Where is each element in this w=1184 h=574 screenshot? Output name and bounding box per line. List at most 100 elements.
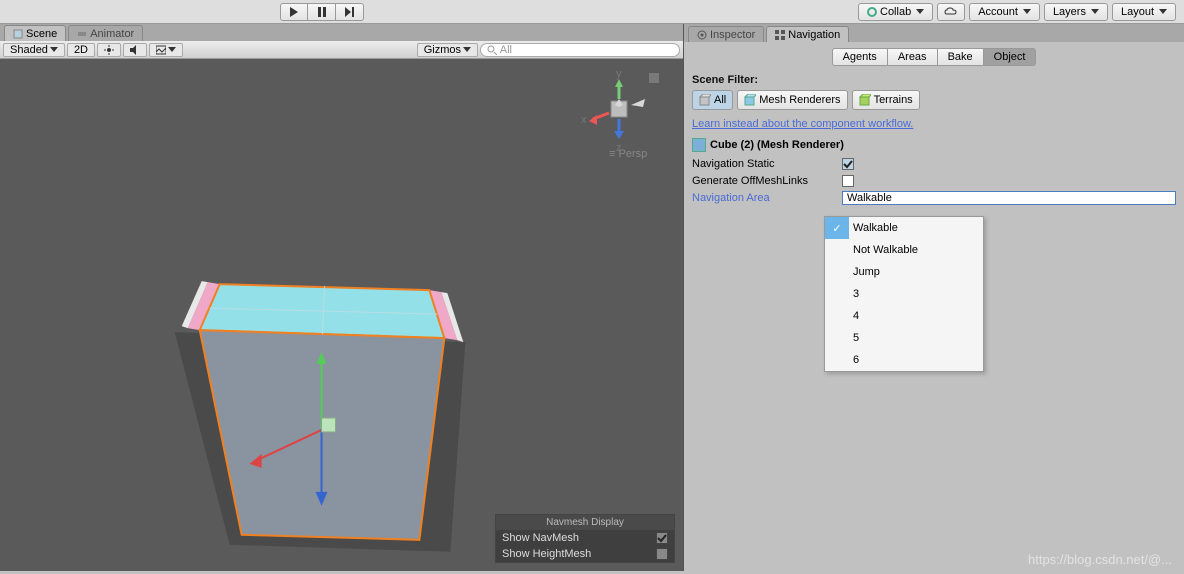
dropdown-item-not-walkable[interactable]: Not Walkable: [825, 239, 983, 261]
sun-icon: [104, 45, 114, 55]
filter-mesh-label: Mesh Renderers: [759, 94, 840, 106]
show-heightmesh-label: Show HeightMesh: [502, 548, 591, 560]
ditem-label: 6: [853, 354, 859, 366]
dropdown-item-jump[interactable]: Jump: [825, 261, 983, 283]
dropdown-item-5[interactable]: 5: [825, 327, 983, 349]
caret-down-icon: [50, 47, 58, 52]
navmesh-display-overlay: Navmesh Display Show NavMesh Show Height…: [495, 514, 675, 563]
inspector-tab-icon: [697, 30, 707, 40]
show-heightmesh-row[interactable]: Show HeightMesh: [496, 546, 674, 562]
layers-dropdown[interactable]: Layers: [1044, 3, 1108, 21]
scene-panel: Scene Animator Shaded 2D Gizmos All: [0, 24, 684, 571]
show-navmesh-label: Show NavMesh: [502, 532, 579, 544]
tab-navigation[interactable]: Navigation: [766, 26, 849, 42]
gizmos-dropdown[interactable]: Gizmos: [417, 43, 478, 57]
scene-viewport[interactable]: y x z ≡ Persp Navme: [0, 59, 683, 571]
subtab-agents-label: Agents: [843, 51, 877, 63]
show-heightmesh-checkbox[interactable]: [656, 548, 668, 560]
filter-mesh-renderers[interactable]: Mesh Renderers: [737, 90, 847, 110]
2d-label: 2D: [74, 44, 88, 56]
all-cube-icon: [699, 94, 711, 106]
caret-down-icon: [463, 47, 471, 52]
step-button[interactable]: [336, 3, 364, 21]
filter-all-label: All: [714, 94, 726, 106]
svg-text:x: x: [581, 114, 587, 126]
caret-down-icon: [168, 47, 176, 52]
dropdown-item-3[interactable]: 3: [825, 283, 983, 305]
ditem-label: 5: [853, 332, 859, 344]
scene-filter-label: Scene Filter:: [692, 74, 1176, 86]
speaker-icon: [130, 45, 140, 55]
dropdown-item-6[interactable]: 6: [825, 349, 983, 371]
subtab-object-label: Object: [994, 51, 1026, 63]
navigation-subtabs: Agents Areas Bake Object: [684, 46, 1184, 68]
prop-navigation-static: Navigation Static: [692, 156, 1176, 172]
navigation-tab-icon: [775, 30, 785, 40]
search-icon: [487, 45, 497, 55]
account-label: Account: [978, 6, 1018, 18]
nav-area-dropdown[interactable]: Walkable: [842, 191, 1176, 205]
audio-toggle[interactable]: [123, 43, 147, 57]
scene-tab-icon: [13, 29, 23, 39]
scene-filter-row: All Mesh Renderers Terrains: [692, 90, 1176, 110]
ditem-label: 3: [853, 288, 859, 300]
filter-all[interactable]: All: [692, 90, 733, 110]
fx-dropdown[interactable]: [149, 43, 183, 57]
watermark: https://blog.csdn.net/@...: [1028, 552, 1172, 567]
show-navmesh-row[interactable]: Show NavMesh: [496, 530, 674, 546]
2d-toggle[interactable]: 2D: [67, 43, 95, 57]
ditem-label: Walkable: [853, 222, 898, 234]
gen-offmesh-label: Generate OffMeshLinks: [692, 175, 842, 187]
orientation-gizmo[interactable]: y x z ≡ Persp: [579, 69, 663, 162]
animator-tab-icon: [77, 29, 87, 39]
account-dropdown[interactable]: Account: [969, 3, 1040, 21]
tab-scene[interactable]: Scene: [4, 25, 66, 41]
navigation-body: Scene Filter: All Mesh Renderers Terrain…: [684, 68, 1184, 213]
layers-label: Layers: [1053, 6, 1086, 18]
caret-down-icon: [1159, 9, 1167, 14]
tab-inspector[interactable]: Inspector: [688, 26, 764, 42]
svg-text:y: y: [616, 69, 622, 80]
show-navmesh-checkbox[interactable]: [656, 532, 668, 544]
layout-label: Layout: [1121, 6, 1154, 18]
scene-search[interactable]: All: [480, 43, 680, 57]
subtab-object[interactable]: Object: [984, 48, 1037, 66]
ditem-label: Not Walkable: [853, 244, 918, 256]
layout-dropdown[interactable]: Layout: [1112, 3, 1176, 21]
subtab-areas-label: Areas: [898, 51, 927, 63]
subtab-agents[interactable]: Agents: [832, 48, 888, 66]
lighting-toggle[interactable]: [97, 43, 121, 57]
prop-generate-offmesh: Generate OffMeshLinks: [692, 173, 1176, 189]
dropdown-item-4[interactable]: 4: [825, 305, 983, 327]
search-placeholder: All: [500, 44, 512, 56]
navmesh-display-title: Navmesh Display: [496, 515, 674, 530]
caret-down-icon: [1023, 9, 1031, 14]
pause-button[interactable]: [308, 3, 336, 21]
nav-area-value: Walkable: [847, 192, 892, 204]
check-icon: ✓: [825, 217, 849, 239]
subtab-bake-label: Bake: [948, 51, 973, 63]
gen-offmesh-checkbox[interactable]: [842, 175, 854, 187]
cloud-button[interactable]: [937, 3, 965, 21]
play-controls: [280, 3, 364, 21]
collab-dropdown[interactable]: Collab: [858, 3, 933, 21]
learn-workflow-link[interactable]: Learn instead about the component workfl…: [692, 118, 1176, 130]
object-header: Cube (2) (Mesh Renderer): [692, 138, 1176, 152]
nav-area-label: Navigation Area: [692, 192, 842, 204]
nav-static-checkbox[interactable]: [842, 158, 854, 170]
ditem-label: 4: [853, 310, 859, 322]
collab-label: Collab: [880, 6, 911, 18]
gizmo-menu-icon: [649, 73, 659, 83]
tab-inspector-label: Inspector: [710, 29, 755, 41]
tab-scene-label: Scene: [26, 28, 57, 40]
dropdown-item-walkable[interactable]: ✓ Walkable: [825, 217, 983, 239]
svg-text:≡ Persp: ≡ Persp: [609, 148, 647, 159]
tab-animator[interactable]: Animator: [68, 25, 143, 41]
play-button[interactable]: [280, 3, 308, 21]
subtab-bake[interactable]: Bake: [938, 48, 984, 66]
subtab-areas[interactable]: Areas: [888, 48, 938, 66]
filter-terrains-label: Terrains: [874, 94, 913, 106]
filter-terrains[interactable]: Terrains: [852, 90, 920, 110]
shaded-dropdown[interactable]: Shaded: [3, 43, 65, 57]
nav-static-label: Navigation Static: [692, 158, 842, 170]
